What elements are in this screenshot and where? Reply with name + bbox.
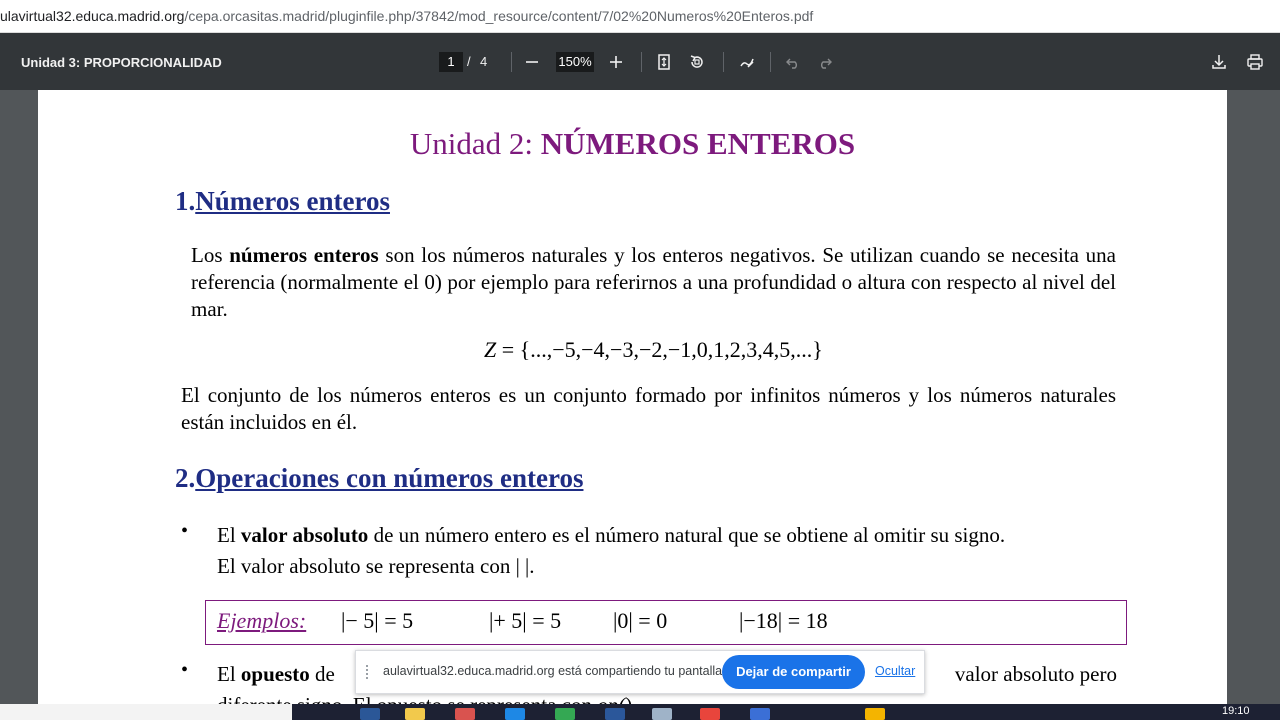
- screen-share-bar: aulavirtual32.educa.madrid.org está comp…: [355, 650, 925, 694]
- zoom-level-input[interactable]: 150%: [556, 52, 594, 72]
- examples-label: Ejemplos:: [217, 608, 307, 633]
- address-bar[interactable]: ulavirtual32.educa.madrid.org/cepa.orcas…: [0, 0, 1280, 33]
- folder-icon[interactable]: [405, 708, 425, 720]
- pdf-toolbar: Unidad 3: PROPORCIONALIDAD 1 / 4 150%: [0, 33, 1280, 90]
- toolbar-divider: [511, 52, 512, 72]
- formula-variable: Z: [484, 337, 497, 362]
- page-separator: /: [467, 54, 471, 69]
- stop-sharing-button[interactable]: Dejar de compartir: [722, 655, 865, 689]
- app-icon[interactable]: [455, 708, 475, 720]
- section-title: Números enteros: [195, 186, 390, 216]
- unit-title-prefix: Unidad 2:: [409, 126, 541, 161]
- taskbar-search[interactable]: [0, 704, 292, 720]
- text-run: El: [217, 662, 241, 686]
- section-title: Operaciones con números enteros: [195, 463, 584, 493]
- url-text[interactable]: ulavirtual32.educa.madrid.org/cepa.orcas…: [0, 8, 813, 24]
- section-number: 1.: [175, 186, 196, 216]
- text-run: Los: [191, 243, 230, 267]
- plus-icon: [610, 56, 622, 68]
- word-icon[interactable]: [605, 708, 625, 720]
- unit-title-bold: NÚMEROS ENTEROS: [540, 126, 856, 161]
- bullet-absolute-value: El valor absoluto de un número entero es…: [217, 520, 1117, 582]
- example-item: |0| = 0: [613, 608, 668, 633]
- example-item: |−18| = 18: [739, 608, 828, 633]
- text-run-bold: valor absoluto: [240, 523, 369, 547]
- download-button[interactable]: [1207, 50, 1231, 74]
- printer-icon: [1247, 54, 1263, 70]
- chrome-icon[interactable]: [555, 708, 575, 720]
- minus-icon: [526, 61, 538, 63]
- examples-box: Ejemplos: |− 5| = 5 |+ 5| = 5 |0| = 0 |−…: [205, 600, 1127, 645]
- app-icon[interactable]: [505, 708, 525, 720]
- redo-button[interactable]: [813, 50, 837, 74]
- url-path: /cepa.orcasitas.madrid/pluginfile.php/37…: [184, 8, 814, 24]
- print-button[interactable]: [1243, 50, 1267, 74]
- redo-icon: [821, 58, 832, 69]
- text-run: El: [217, 523, 241, 547]
- text-run-bold: opuesto: [240, 662, 310, 686]
- paragraph-set: El conjunto de los números enteros es un…: [181, 383, 1116, 434]
- bullet-dot: •: [181, 659, 189, 681]
- toolbar-divider: [641, 52, 642, 72]
- rotate-icon: [690, 55, 703, 68]
- text-run: de: [309, 662, 335, 686]
- bullet-dot: •: [181, 520, 189, 542]
- download-icon: [1212, 55, 1226, 69]
- app-icon[interactable]: [360, 708, 380, 720]
- undo-button[interactable]: [781, 50, 805, 74]
- text-run: El valor absoluto se representa con | |.: [217, 554, 535, 578]
- zoom-out-button[interactable]: [520, 50, 544, 74]
- integers-set-formula: Z = {...,−5,−4,−3,−2,−1,0,1,2,3,4,5,...}: [484, 337, 823, 363]
- toolbar-divider: [770, 52, 771, 72]
- toolbar-divider: [723, 52, 724, 72]
- app-icon[interactable]: [865, 708, 885, 720]
- fit-page-button[interactable]: [652, 50, 676, 74]
- text-run-bold: números enteros: [229, 243, 379, 267]
- annotate-button[interactable]: [735, 50, 759, 74]
- pdf-viewer[interactable]: Unidad 2: NÚMEROS ENTEROS 1.Números ente…: [0, 90, 1280, 720]
- hide-link[interactable]: Ocultar: [875, 664, 915, 678]
- section-heading-1: 1.Números enteros: [175, 186, 390, 217]
- taskbar-clock: 19:10: [1222, 705, 1250, 717]
- example-item: |− 5| = 5: [341, 608, 414, 633]
- pen-icon: [740, 58, 754, 68]
- section-number: 2.: [175, 463, 196, 493]
- rotate-button[interactable]: [685, 50, 709, 74]
- section-heading-2: 2.Operaciones con números enteros: [175, 463, 583, 494]
- paragraph-intro: Los números enteros son los números natu…: [191, 242, 1116, 323]
- app-icon[interactable]: [652, 708, 672, 720]
- app-icon[interactable]: [750, 708, 770, 720]
- app-icon[interactable]: [700, 708, 720, 720]
- url-host: ulavirtual32.educa.madrid.org: [0, 8, 185, 24]
- zoom-in-button[interactable]: [604, 50, 628, 74]
- share-message: aulavirtual32.educa.madrid.org está comp…: [383, 664, 726, 678]
- text-run: valor absoluto pero: [954, 662, 1117, 686]
- drag-handle-icon[interactable]: [366, 665, 372, 679]
- unit-title: Unidad 2: NÚMEROS ENTEROS: [38, 126, 1227, 162]
- fit-page-icon: [658, 54, 670, 70]
- pdf-page: Unidad 2: NÚMEROS ENTEROS 1.Números ente…: [38, 90, 1227, 720]
- page-total: 4: [480, 54, 488, 69]
- taskbar: 19:10: [0, 704, 1280, 720]
- page-number-input[interactable]: 1: [439, 52, 463, 72]
- document-title: Unidad 3: PROPORCIONALIDAD: [21, 55, 222, 70]
- example-item: |+ 5| = 5: [489, 608, 562, 633]
- undo-icon: [786, 58, 797, 69]
- text-run: de un número entero es el número natural…: [368, 523, 1006, 547]
- formula-body: = {...,−5,−4,−3,−2,−1,0,1,2,3,4,5,...}: [496, 337, 823, 362]
